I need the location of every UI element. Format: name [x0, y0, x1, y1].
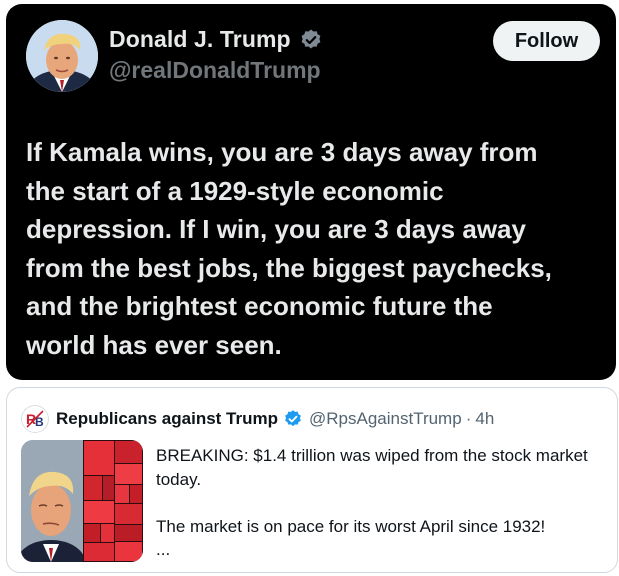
author-name-row: Donald J. Trump	[109, 26, 323, 53]
trump-and-stock-heatmap-photo	[21, 440, 143, 562]
quoted-tweet-text: BREAKING: $1.4 trillion was wiped from t…	[156, 444, 611, 562]
quote-author-display-name[interactable]: Republicans against Trump	[56, 409, 278, 429]
tweet-text: If Kamala wins, you are 3 days away from…	[26, 133, 611, 364]
profile-photo	[26, 20, 98, 92]
follow-button[interactable]: Follow	[493, 21, 600, 61]
author-display-name[interactable]: Donald J. Trump	[109, 26, 291, 53]
quoted-tweet-header: R B Republicans against Trump @RpsAgains…	[21, 405, 494, 433]
quote-text-paragraph: The market is on pace for its worst Apri…	[156, 516, 546, 536]
quote-author-handle[interactable]: @RpsAgainstTrump	[309, 409, 462, 429]
verified-badge-icon	[301, 29, 321, 48]
quote-timestamp[interactable]: 4h	[475, 409, 494, 429]
tweet-text-line: and the brightest economic future the	[26, 291, 493, 321]
tweet-text-line: world has ever seen.	[26, 329, 282, 360]
quote-text-ellipsis: ...	[156, 540, 171, 559]
quote-author-avatar[interactable]: R B	[21, 405, 49, 433]
author-avatar[interactable]	[26, 20, 98, 92]
tweet-text-line: depression. If I win, you are 3 days awa…	[26, 214, 526, 244]
quote-media[interactable]	[21, 440, 143, 562]
main-tweet-card: Donald J. Trump @realDonaldTrump Follow …	[6, 4, 616, 380]
verified-badge-icon	[285, 410, 301, 427]
quoted-tweet-card[interactable]: R B Republicans against Trump @RpsAgains…	[6, 387, 618, 573]
separator-dot: ·	[465, 409, 472, 428]
tweet-text-line: If Kamala wins, you are 3 days away from	[26, 137, 538, 167]
quote-text-paragraph: BREAKING: $1.4 trillion was wiped from t…	[156, 446, 588, 489]
rpt-logo: R B	[21, 405, 49, 433]
author-handle[interactable]: @realDonaldTrump	[109, 57, 321, 84]
tweet-text-line: the start of a 1929-style economic	[26, 175, 444, 206]
tweet-text-line: from the best jobs, the biggest paycheck…	[26, 252, 552, 283]
